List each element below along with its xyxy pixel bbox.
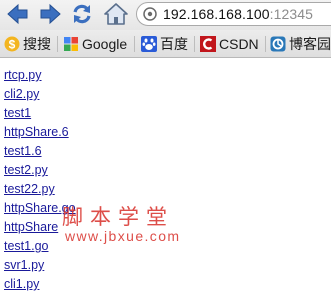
bookmark-separator [134,36,135,52]
list-item: test22.py [4,179,76,198]
file-link-test22-py[interactable]: test22.py [4,182,55,196]
cnblogs-icon [270,36,286,52]
file-link-svr1-py[interactable]: svr1.py [4,258,44,272]
file-link-cli1-py[interactable]: cli1.py [4,277,39,291]
reload-icon [73,4,91,24]
soso-icon: $ [4,36,20,52]
forward-button[interactable] [38,2,62,26]
baidu-paw-icon [141,36,157,52]
list-item: svr1.py [4,255,76,274]
bookmarks-bar: $ 搜搜 Google 百度 CSDN 博客园 [0,30,331,58]
list-item: httpShare [4,217,76,236]
home-icon [104,3,128,25]
file-link-httpshare-6[interactable]: httpShare.6 [4,125,69,139]
url-host: 192.168.168.100 [163,6,270,22]
bookmark-baidu[interactable]: 百度 [141,35,188,53]
bookmark-label: 百度 [160,36,188,52]
url-port: :12345 [269,6,314,22]
bookmark-label: CSDN [219,36,259,52]
bookmark-csdn[interactable]: CSDN [200,35,259,53]
home-button[interactable] [104,2,128,26]
list-item: test1 [4,103,76,122]
file-link-test1-go[interactable]: test1.go [4,239,48,253]
bookmark-label: Google [82,36,128,52]
bookmark-cnblogs[interactable]: 博客园 [270,35,331,53]
site-watermark: 脚本学堂 www.jbxue.com [62,206,180,244]
bookmark-separator [194,36,195,52]
bookmark-label: 搜搜 [23,36,51,52]
file-link-cli2-py[interactable]: cli2.py [4,87,39,101]
bookmark-label: 博客园 [289,36,331,52]
svg-text:$: $ [9,38,16,52]
list-item: test1.6 [4,141,76,160]
watermark-title: 脚本学堂 [62,205,174,229]
file-link-rtcp-py[interactable]: rtcp.py [4,68,42,82]
bookmark-soso[interactable]: $ 搜搜 [4,35,51,53]
forward-arrow-icon [40,3,61,25]
bookmark-separator [265,36,266,52]
bookmark-google[interactable]: Google [63,35,127,53]
file-link-httpshare[interactable]: httpShare [4,220,58,234]
list-item: test2.py [4,160,76,179]
list-item: httpShare.6 [4,122,76,141]
list-item: rtcp.py [4,65,76,84]
csdn-icon [200,36,216,52]
file-link-test1[interactable]: test1 [4,106,31,120]
file-link-test2-py[interactable]: test2.py [4,163,48,177]
list-item: test1.go [4,236,76,255]
page-info-icon[interactable] [143,7,157,21]
url-text: 192.168.168.100:12345 [163,6,313,22]
browser-toolbar: 192.168.168.100:12345 [0,0,331,30]
bookmark-separator [57,36,58,52]
file-link-test1-6[interactable]: test1.6 [4,144,42,158]
address-bar[interactable]: 192.168.168.100:12345 [136,2,331,26]
file-list: rtcp.py cli2.py test1 httpShare.6 test1.… [4,65,76,293]
google-icon [64,37,78,51]
reload-button[interactable] [70,2,94,26]
list-item: cli2.py [4,84,76,103]
list-item: httpShare.go [4,198,76,217]
file-link-httpshare-go[interactable]: httpShare.go [4,201,76,215]
back-arrow-icon [7,3,28,25]
list-item: cli1.py [4,274,76,293]
back-button[interactable] [6,2,30,26]
watermark-url: www.jbxue.com [65,228,181,244]
